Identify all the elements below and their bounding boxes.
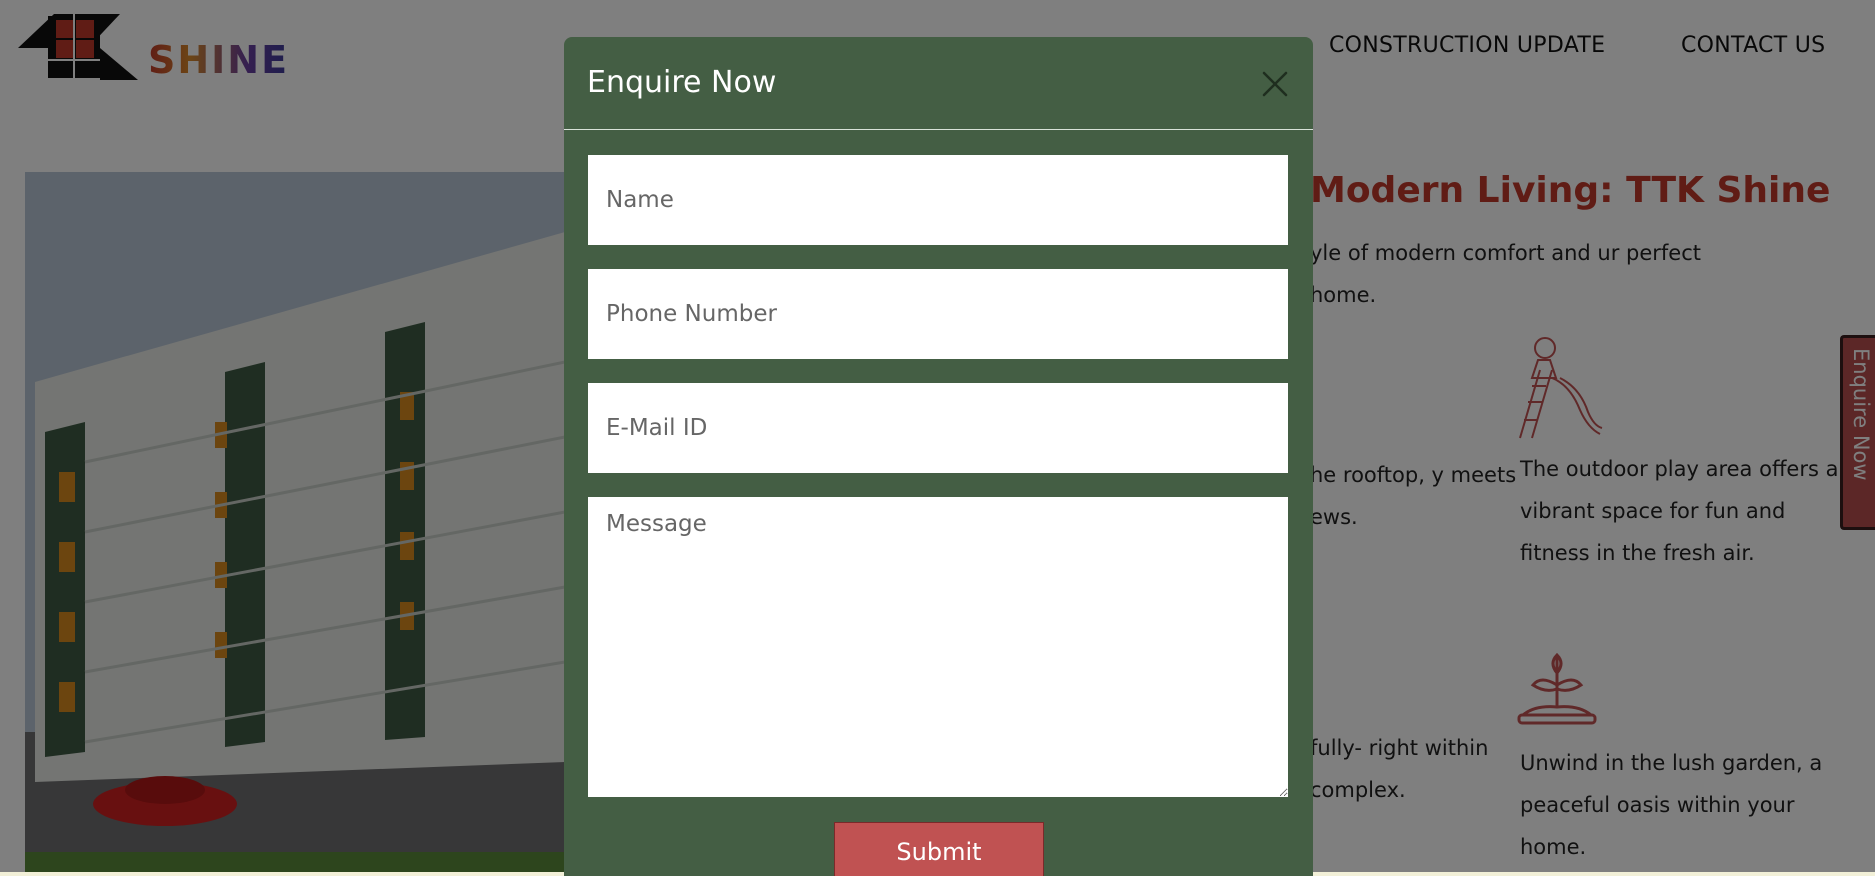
email-field[interactable] <box>588 383 1288 473</box>
message-field[interactable] <box>588 497 1288 797</box>
phone-number-field[interactable] <box>588 269 1288 359</box>
enquire-modal: Enquire Now Submit <box>564 37 1313 876</box>
submit-button[interactable]: Submit <box>834 822 1044 876</box>
close-icon[interactable] <box>1258 67 1292 101</box>
modal-header: Enquire Now <box>564 37 1313 130</box>
modal-title: Enquire Now <box>587 65 777 100</box>
name-field[interactable] <box>588 155 1288 245</box>
